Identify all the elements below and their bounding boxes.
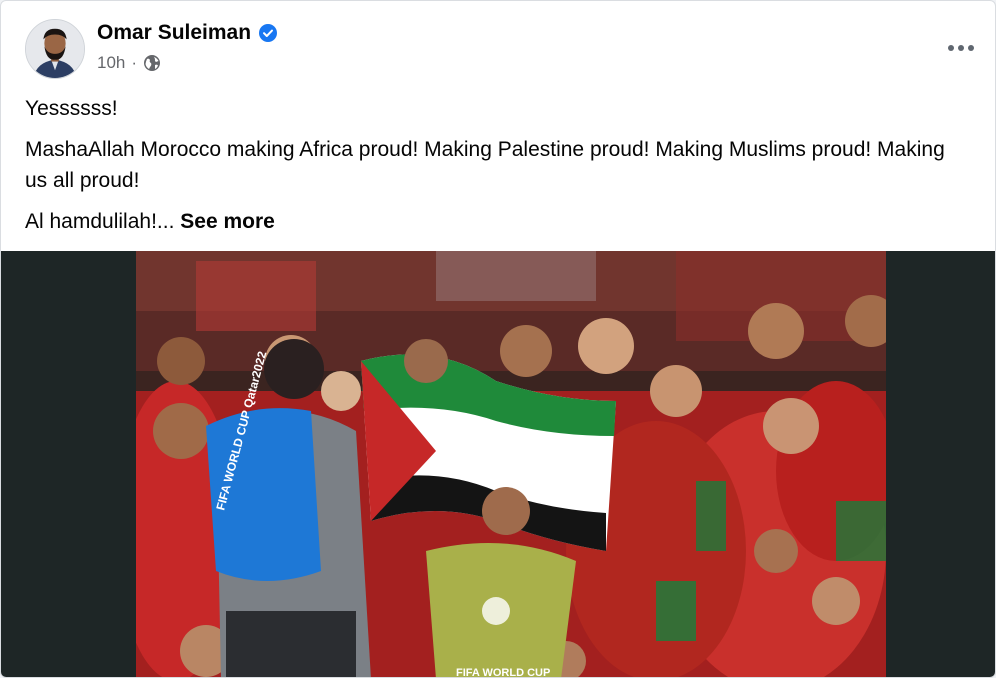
verified-badge-icon [259, 24, 278, 42]
post-paragraph-text: Al hamdulilah!... [25, 210, 175, 233]
author-name[interactable]: Omar Suleiman [97, 21, 251, 45]
more-options-icon [958, 45, 964, 51]
post-photo[interactable]: FIFA WORLD CUP Qatar2022 FIFA WORLD CUP [136, 251, 886, 678]
avatar-image [26, 20, 84, 78]
post-media[interactable]: FIFA WORLD CUP Qatar2022 FIFA WORLD CUP [1, 251, 995, 678]
photo-image: FIFA WORLD CUP Qatar2022 FIFA WORLD CUP [136, 251, 886, 678]
more-options-icon [948, 45, 954, 51]
globe-icon[interactable] [143, 54, 161, 72]
see-more-link[interactable]: See more [180, 210, 275, 233]
more-options-button[interactable] [943, 35, 979, 61]
author-name-row: Omar Suleiman [97, 21, 278, 45]
post-meta: 10h · [97, 53, 161, 73]
post-paragraph: Yessssss! [25, 97, 118, 120]
meta-separator: · [131, 53, 138, 72]
bib-text: FIFA WORLD CUP [456, 667, 550, 678]
post-paragraph-last: Al hamdulilah!... See more [25, 206, 965, 237]
post-card: Omar Suleiman 10h · Yessssss! MashaAllah… [0, 0, 996, 678]
post-header: Omar Suleiman 10h · [25, 17, 979, 81]
post-timestamp[interactable]: 10h [97, 53, 125, 73]
author-avatar[interactable] [25, 19, 85, 79]
post-text: Yessssss! MashaAllah Morocco making Afri… [25, 93, 965, 247]
post-paragraph: MashaAllah Morocco making Africa proud! … [25, 138, 945, 192]
more-options-icon [968, 45, 974, 51]
